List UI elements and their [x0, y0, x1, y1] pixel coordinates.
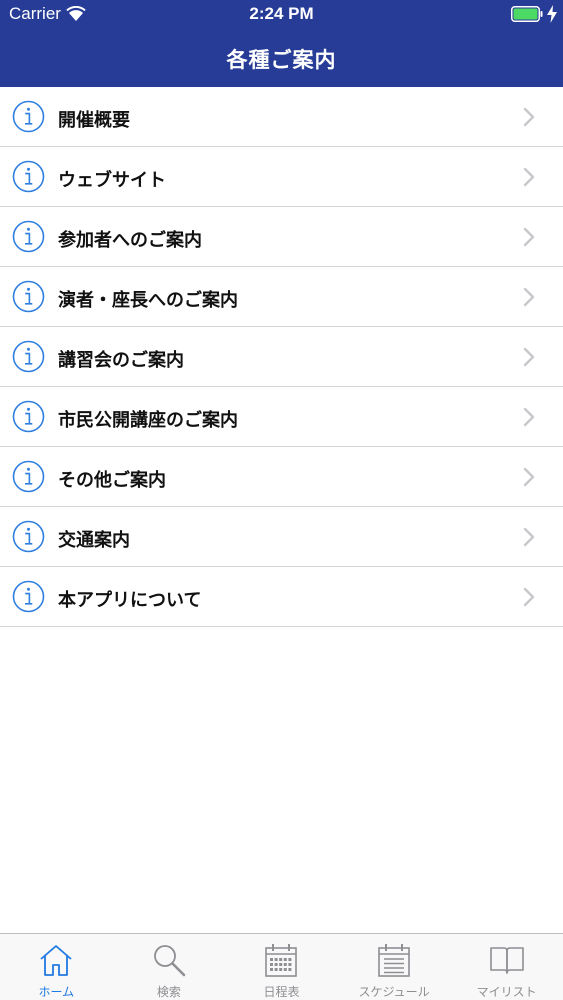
list-item-8[interactable]: 交通案内 [0, 507, 563, 567]
list-item-label: 交通案内 [58, 530, 130, 551]
info-icon [12, 220, 45, 253]
search-icon [153, 945, 186, 977]
list-item-label: その他ご案内 [58, 470, 166, 491]
screen: Carrier 2:24 PM 各種ご案内 開催概要 ウェブサイト 参加者へのご… [0, 0, 563, 1000]
tab-schedule[interactable]: スケジュール [338, 934, 451, 1000]
chevron-right-icon [523, 587, 535, 607]
tab-home[interactable]: ホーム [0, 934, 113, 1000]
tab-book[interactable]: マイリスト [450, 934, 563, 1000]
chevron-right-icon [523, 107, 535, 127]
tab-label: 日程表 [263, 985, 300, 999]
info-icon [12, 520, 45, 553]
schedule-icon [378, 944, 410, 977]
list-item-2[interactable]: ウェブサイト [0, 147, 563, 207]
list-item-6[interactable]: 市民公開講座のご案内 [0, 387, 563, 447]
charging-bolt-icon [547, 5, 557, 23]
battery-icon [511, 6, 543, 22]
status-time: 2:24 PM [249, 4, 314, 23]
chevron-right-icon [523, 227, 535, 247]
info-icon [12, 400, 45, 433]
tab-label: ホーム [38, 985, 75, 999]
list-item-label: 演者・座長へのご案内 [58, 290, 238, 311]
book-icon [489, 947, 524, 974]
info-icon [12, 460, 45, 493]
list-item-label: 本アプリについて [58, 590, 202, 611]
tab-search[interactable]: 検索 [113, 934, 226, 1000]
tab-label: スケジュール [358, 985, 430, 999]
list-item-label: 市民公開講座のご案内 [58, 410, 238, 431]
list-item-label: 参加者へのご案内 [58, 230, 202, 251]
tab-bar: ホーム 検索 日程表 スケジュール マイリスト [0, 933, 563, 1000]
chevron-right-icon [523, 467, 535, 487]
tab-label: 検索 [156, 985, 181, 999]
header: Carrier 2:24 PM 各種ご案内 [0, 0, 563, 87]
chevron-right-icon [523, 287, 535, 307]
list-item-label: 開催概要 [58, 110, 130, 131]
tab-label: マイリスト [476, 985, 537, 999]
info-icon [12, 100, 45, 133]
chevron-right-icon [523, 527, 535, 547]
list-item-label: ウェブサイト [58, 170, 166, 191]
chevron-right-icon [523, 347, 535, 367]
list-item-label: 講習会のご案内 [58, 350, 184, 371]
tab-calendar[interactable]: 日程表 [225, 934, 338, 1000]
chevron-right-icon [523, 407, 535, 427]
home-icon [40, 945, 72, 976]
list-item-5[interactable]: 講習会のご案内 [0, 327, 563, 387]
list-item-7[interactable]: その他ご案内 [0, 447, 563, 507]
list-item-4[interactable]: 演者・座長へのご案内 [0, 267, 563, 327]
chevron-right-icon [523, 167, 535, 187]
list-item-3[interactable]: 参加者へのご案内 [0, 207, 563, 267]
status-bar: Carrier 2:24 PM [0, 0, 563, 30]
info-icon [12, 280, 45, 313]
info-icon [12, 340, 45, 373]
info-icon [12, 160, 45, 193]
list-item-1[interactable]: 開催概要 [0, 87, 563, 147]
menu-list: 開催概要 ウェブサイト 参加者へのご案内 演者・座長へのご案内 講習会のご案内 … [0, 87, 563, 627]
calendar-icon [265, 944, 298, 977]
page-title: 各種ご案内 [226, 48, 337, 72]
list-item-9[interactable]: 本アプリについて [0, 567, 563, 627]
info-icon [12, 580, 45, 613]
